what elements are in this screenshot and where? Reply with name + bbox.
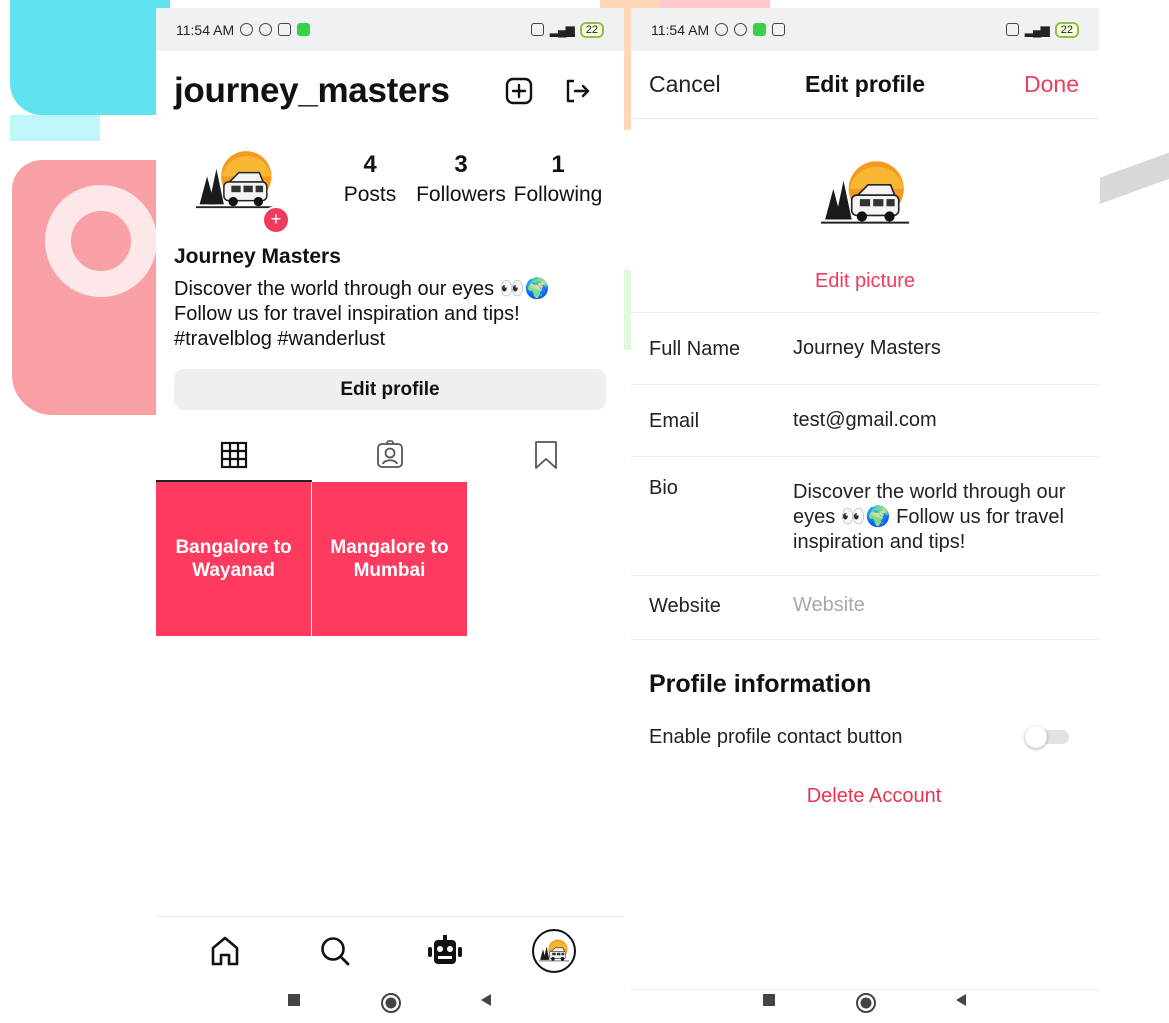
stat-posts[interactable]: 4 Posts <box>343 151 397 207</box>
edit-profile-header: Cancel Edit profile Done <box>631 51 1099 119</box>
profile-tabs <box>156 428 624 482</box>
full-name-input[interactable] <box>793 337 1083 360</box>
add-post-button[interactable] <box>504 76 534 106</box>
bio-label: Bio <box>649 477 678 499</box>
email-row: Email <box>631 384 1099 456</box>
watermark-shape <box>1100 90 1169 280</box>
travel-logo-icon <box>538 938 570 964</box>
logout-icon <box>566 79 590 103</box>
tab-posts-grid[interactable] <box>156 428 312 482</box>
battery-icon: 22 <box>1054 21 1079 38</box>
post-grid: Bangalore to Wayanad Mangalore to Mumbai <box>156 482 624 636</box>
website-label: Website <box>649 595 721 617</box>
bio-row: Bio Discover the world through our eyes … <box>631 456 1099 575</box>
nav-bot[interactable] <box>421 927 469 975</box>
recents-button[interactable] <box>761 992 777 1008</box>
watermark-shape <box>10 115 100 141</box>
status-time: 11:54 AM <box>651 21 710 38</box>
email-input[interactable] <box>793 409 1083 432</box>
post-tile[interactable]: Mangalore to Mumbai <box>312 482 467 636</box>
nav-home[interactable] <box>201 927 249 975</box>
alarm-off-icon <box>715 23 729 36</box>
email-label: Email <box>649 410 700 432</box>
stat-following[interactable]: 1 Following <box>512 151 604 207</box>
home-button[interactable] <box>855 992 877 1014</box>
status-bar: 11:54 AM ▂▄▆ 22 <box>156 8 624 51</box>
stat-value: 3 <box>454 151 468 178</box>
add-story-button[interactable]: + <box>262 206 290 234</box>
travel-logo-icon <box>194 146 278 216</box>
grid-icon <box>220 441 248 469</box>
toggle-thumb <box>1025 726 1047 748</box>
tab-tagged[interactable] <box>312 428 468 482</box>
stat-value: 1 <box>551 151 565 178</box>
watermark-gear-icon <box>45 185 157 297</box>
app-notification-icon <box>297 23 311 36</box>
edit-profile-screen: 11:54 AM ▂▄▆ 22 Cancel Edit profile Done… <box>631 8 1099 1023</box>
stat-value: 4 <box>363 151 377 178</box>
nav-search[interactable] <box>311 927 359 975</box>
home-icon <box>211 936 239 966</box>
profile-bio: Discover the world through our eyes 👀🌍 F… <box>174 277 604 352</box>
contact-toggle-label: Enable profile contact button <box>649 726 903 748</box>
alarm-icon <box>259 23 273 36</box>
edit-picture-button[interactable]: Edit picture <box>631 270 1099 293</box>
website-row: Website <box>631 575 1099 640</box>
alarm-off-icon <box>240 23 254 36</box>
edit-profile-button[interactable]: Edit profile <box>174 369 606 410</box>
bio-line: Follow us for travel inspiration and tip… <box>174 303 520 325</box>
post-tile[interactable]: Bangalore to Wayanad <box>156 482 311 636</box>
stat-label: Posts <box>343 183 397 206</box>
signal-icon: ▂▄▆ <box>1024 22 1050 37</box>
battery-icon: 22 <box>579 21 604 38</box>
username: journey_masters <box>174 71 450 110</box>
logout-button[interactable] <box>562 76 592 106</box>
bio-line: #travelblog #wanderlust <box>174 328 386 350</box>
notification-icon <box>772 23 786 36</box>
alarm-icon <box>734 23 748 36</box>
contact-button-toggle[interactable] <box>1025 726 1071 748</box>
notification-icon <box>278 23 292 36</box>
display-name: Journey Masters <box>174 245 341 268</box>
system-nav-bar <box>156 988 624 1023</box>
back-button[interactable] <box>478 992 494 1008</box>
back-button[interactable] <box>953 992 969 1008</box>
stat-label: Followers <box>416 183 506 206</box>
stat-label: Following <box>513 183 603 206</box>
signal-icon: ▂▄▆ <box>549 22 575 37</box>
bot-icon <box>428 935 462 964</box>
nav-profile[interactable] <box>530 927 578 975</box>
add-post-icon <box>505 77 533 105</box>
profile-avatar[interactable]: + <box>194 146 290 234</box>
watermark-shape <box>10 0 170 115</box>
app-notification-icon <box>753 23 767 36</box>
section-title: Profile information <box>649 670 872 698</box>
website-input[interactable] <box>793 594 1083 617</box>
system-nav-bar <box>631 988 1099 1023</box>
bio-line: Discover the world through our eyes 👀🌍 <box>174 278 550 300</box>
volte-icon <box>1005 23 1019 36</box>
status-time: 11:54 AM <box>176 21 235 38</box>
stat-followers[interactable]: 3 Followers <box>414 151 508 207</box>
profile-screen: 11:54 AM ▂▄▆ 22 journey_masters + 4 Post… <box>156 8 624 1023</box>
volte-icon <box>530 23 544 36</box>
search-icon <box>321 937 350 966</box>
profile-avatar <box>532 929 576 973</box>
profile-header: journey_masters <box>174 66 604 116</box>
recents-button[interactable] <box>286 992 302 1008</box>
bio-input[interactable]: Discover the world through our eyes 👀🌍 F… <box>793 480 1083 560</box>
home-button[interactable] <box>380 992 402 1014</box>
bottom-nav <box>156 916 624 982</box>
profile-picture[interactable] <box>819 158 911 230</box>
full-name-row: Full Name <box>631 312 1099 384</box>
status-bar: 11:54 AM ▂▄▆ 22 <box>631 8 1099 51</box>
tagged-icon <box>377 440 403 468</box>
tab-saved[interactable] <box>468 428 624 482</box>
delete-account-button[interactable]: Delete Account <box>631 785 1117 808</box>
done-button[interactable]: Done <box>1024 71 1079 98</box>
saved-icon <box>535 441 557 469</box>
full-name-label: Full Name <box>649 338 741 360</box>
